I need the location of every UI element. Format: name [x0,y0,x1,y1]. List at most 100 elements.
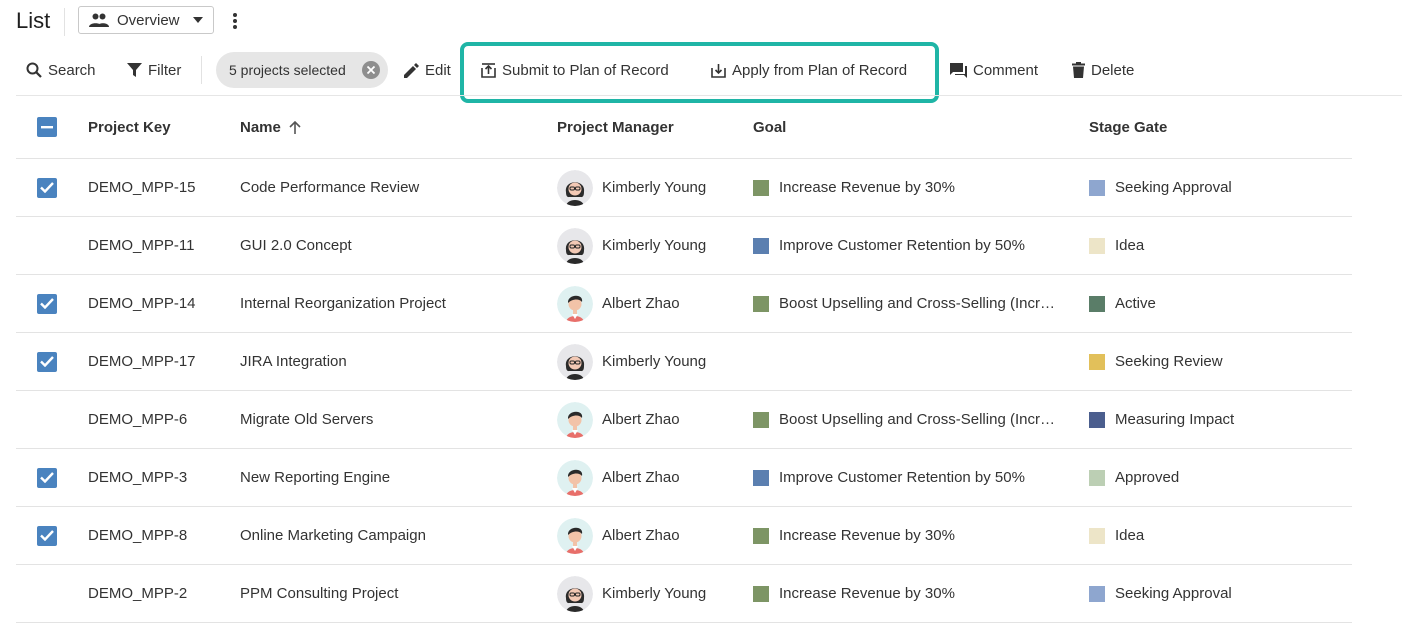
goal-color-swatch [753,411,769,428]
select-all-checkbox[interactable] [37,96,57,158]
goal-cell: Boost Upselling and Cross-Selling (Incre… [753,275,1083,332]
row-checkbox[interactable] [37,507,57,564]
sort-ascending-icon [289,120,301,134]
view-selector[interactable]: Overview [78,6,214,34]
stage-color-swatch [1089,527,1105,544]
project-manager-cell: Albert Zhao [557,507,680,564]
project-manager-name: Kimberly Young [602,585,707,602]
stage-gate-label: Measuring Impact [1115,411,1235,428]
table-row[interactable]: DEMO_MPP-17 JIRA Integration Kimberly Youn… [16,333,1352,391]
project-manager-cell: Albert Zhao [557,275,680,332]
goal-cell: Improve Customer Retention by 50% [753,449,1083,506]
row-checkbox[interactable] [37,159,57,216]
page-title: List [16,8,51,33]
project-manager-cell: Albert Zhao [557,449,680,506]
column-header-name-label: Name [240,118,281,136]
comment-button[interactable]: Comment [950,52,1038,88]
delete-button[interactable]: Delete [1072,52,1134,88]
project-name-cell[interactable]: Online Marketing Campaign [240,507,426,564]
delete-label: Delete [1091,61,1135,79]
project-name-cell[interactable]: JIRA Integration [240,333,347,390]
comment-label: Comment [973,61,1039,79]
edit-button[interactable]: Edit [404,52,451,88]
project-name-cell[interactable]: Migrate Old Servers [240,391,373,448]
project-key-cell: DEMO_MPP-8 [88,527,188,544]
goal-label: Increase Revenue by 30% [779,179,955,196]
project-key-cell: DEMO_MPP-15 [88,179,196,196]
goal-label: Improve Customer Retention by 50% [779,237,1025,254]
stage-gate-cell: Approved [1089,449,1179,506]
project-table: Project Key Name Project Manager Goal St… [16,96,1352,623]
filter-icon [127,62,142,78]
avatar [557,343,593,380]
project-manager-cell: Kimberly Young [557,217,706,274]
project-manager-cell: Kimberly Young [557,565,706,622]
project-name-cell[interactable]: Internal Reorganization Project [240,275,446,332]
apply-plan-of-record-label: Apply from Plan of Record [732,61,908,79]
stage-color-swatch [1089,411,1105,428]
project-manager-name: Kimberly Young [602,179,707,196]
goal-cell: Increase Revenue by 30% [753,565,1083,622]
stage-gate-label: Idea [1115,527,1145,544]
project-manager-name: Albert Zhao [602,527,680,544]
chevron-down-icon [193,17,203,23]
apply-plan-of-record-button[interactable]: Apply from Plan of Record [711,52,907,88]
filter-button[interactable]: Filter [127,52,181,88]
row-checkbox[interactable] [37,449,57,506]
goal-color-swatch [753,469,769,486]
stage-color-swatch [1089,353,1105,370]
table-row[interactable]: DEMO_MPP-3 New Reporting Engine Albert Zha… [16,449,1352,507]
table-header: Project Key Name Project Manager Goal St… [16,96,1352,159]
project-name-cell[interactable]: New Reporting Engine [240,449,390,506]
project-key-cell: DEMO_MPP-14 [88,295,196,312]
goal-color-swatch [753,295,769,312]
column-header-project-manager[interactable]: Project Manager [557,96,674,158]
more-options-icon[interactable] [226,10,244,32]
project-name-cell[interactable]: GUI 2.0 Concept [240,217,352,274]
stage-gate-label: Seeking Approval [1115,179,1232,196]
goal-color-swatch [753,237,769,254]
stage-gate-cell: Seeking Approval [1089,565,1232,622]
project-manager-name: Albert Zhao [602,411,680,428]
people-icon [89,13,109,27]
search-icon [26,62,42,78]
project-key-cell: DEMO_MPP-3 [88,469,188,486]
avatar [557,169,593,206]
project-manager-cell: Kimberly Young [557,159,706,216]
project-manager-name: Albert Zhao [602,469,680,486]
goal-label: Increase Revenue by 30% [779,527,955,544]
submit-plan-of-record-button[interactable]: Submit to Plan of Record [481,52,669,88]
goal-label: Boost Upselling and Cross-Selling (Incre… [779,411,1063,428]
project-name-cell[interactable]: Code Performance Review [240,159,419,216]
column-header-goal[interactable]: Goal [753,96,1083,158]
table-row[interactable]: DEMO_MPP-2 PPM Consulting Project Kimberly… [16,565,1352,623]
row-checkbox[interactable] [37,275,57,332]
project-name-cell[interactable]: PPM Consulting Project [240,565,398,622]
search-button[interactable]: Search [26,52,96,88]
goal-color-swatch [753,179,769,196]
row-checkbox[interactable] [37,333,57,390]
checkbox-checked-icon [37,293,57,314]
column-header-stage-gate[interactable]: Stage Gate [1089,96,1167,158]
stage-gate-cell: Seeking Approval [1089,159,1232,216]
stage-gate-label: Active [1115,295,1156,312]
checkbox-checked-icon [37,525,57,546]
goal-cell: Increase Revenue by 30% [753,159,1083,216]
checkbox-checked-icon [37,177,57,198]
avatar [557,285,593,322]
table-row[interactable]: DEMO_MPP-14 Internal Reorganization Proje… [16,275,1352,333]
stage-color-swatch [1089,237,1105,254]
column-header-project-key[interactable]: Project Key [88,96,171,158]
download-icon [711,63,726,78]
table-row[interactable]: DEMO_MPP-6 Migrate Old Servers Albert Zhao… [16,391,1352,449]
clear-selection-icon[interactable] [362,61,380,79]
stage-gate-cell: Measuring Impact [1089,391,1234,448]
table-row[interactable]: DEMO_MPP-11 GUI 2.0 Concept Kimberly Young… [16,217,1352,275]
pencil-icon [404,62,419,78]
table-row[interactable]: DEMO_MPP-15 Code Performance Review Kimber… [16,159,1352,217]
table-row[interactable]: DEMO_MPP-8 Online Marketing Campaign Alber… [16,507,1352,565]
goal-cell: Boost Upselling and Cross-Selling (Incre… [753,391,1083,448]
goal-cell: Improve Customer Retention by 50% [753,217,1083,274]
column-header-name[interactable]: Name [240,96,301,158]
stage-gate-label: Idea [1115,237,1145,254]
